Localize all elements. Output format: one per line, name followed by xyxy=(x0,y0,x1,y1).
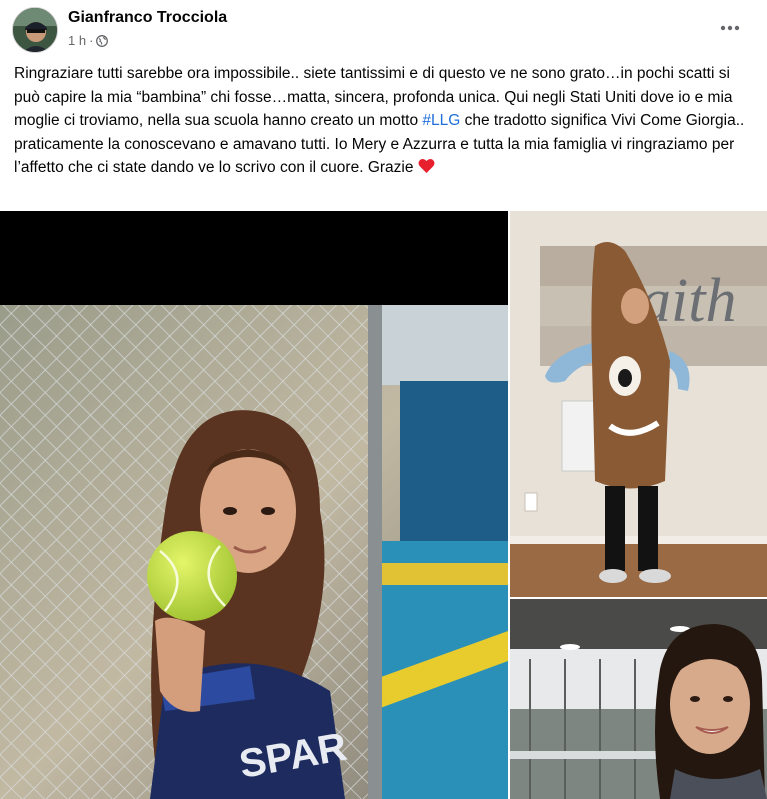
author-name[interactable]: Gianfranco Trocciola xyxy=(68,9,227,27)
post-header: Gianfranco Trocciola 1 h · xyxy=(0,0,767,60)
more-options-icon[interactable] xyxy=(716,14,744,42)
post-photo-3[interactable] xyxy=(510,599,767,799)
post-text: Ringraziare tutti sarebbe ora impossibil… xyxy=(14,62,759,182)
heart-emoji-icon xyxy=(418,158,435,182)
post-meta: 1 h · xyxy=(68,33,109,48)
hashtag-link[interactable]: #LLG xyxy=(422,112,460,129)
author-avatar[interactable] xyxy=(12,7,58,53)
globe-icon[interactable] xyxy=(96,34,109,47)
post-time[interactable]: 1 h xyxy=(68,33,86,48)
post-photo-2[interactable]: aith xyxy=(510,211,767,597)
meta-separator: · xyxy=(89,33,94,48)
post-photo-1[interactable]: SPAR xyxy=(0,211,508,799)
